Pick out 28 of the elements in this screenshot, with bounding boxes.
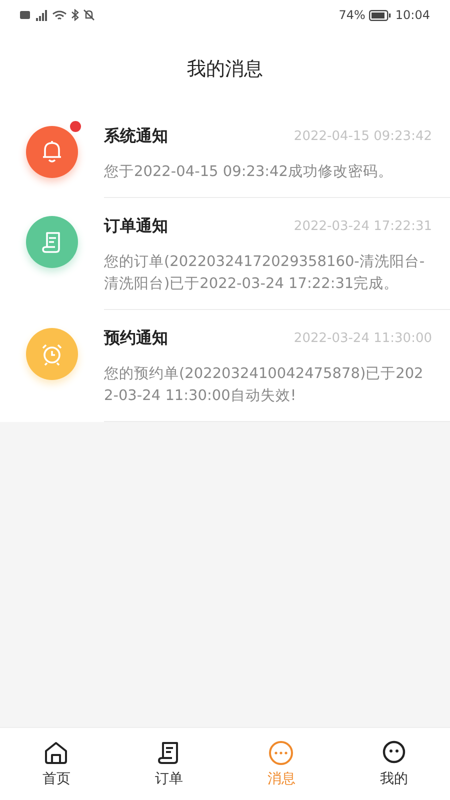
chat-bubble-icon <box>267 740 296 766</box>
tab-item[interactable]: 我的 <box>338 728 450 800</box>
bell-muted-icon <box>83 9 95 21</box>
message-text: 您的订单(20220324172029358160-清洗阳台-清洗阳台)已于2022-03-24 17:22:31完成。 <box>104 253 426 294</box>
message-time: 2022-03-24 11:30:00 <box>294 331 432 346</box>
alarm-clock-icon <box>40 342 64 366</box>
bell-icon <box>41 140 63 164</box>
message-text: 您的预约单(2022032410042475878)已于2022-03-24 11:30:00自动失效! <box>104 365 424 406</box>
message-title: 系统通知 <box>104 126 168 147</box>
message-time: 2022-03-24 17:22:31 <box>294 219 432 234</box>
bluetooth-icon <box>71 9 79 21</box>
tab-item[interactable]: 订单 <box>112 728 225 800</box>
battery-icon <box>369 10 392 20</box>
message-text: 您于2022-04-15 09:23:42成功修改密码。 <box>104 162 394 182</box>
wifi-icon <box>52 10 67 20</box>
tab-item[interactable]: 首页 <box>0 728 112 800</box>
message-item[interactable]: 系统通知 2022-04-15 09:23:42 您于2022-04-15 09:23:42成功修改密码。 <box>0 108 450 198</box>
signal-icon <box>34 10 48 20</box>
message-time: 2022-04-15 09:23:42 <box>294 129 432 144</box>
message-item[interactable]: 订单通知 2022-03-24 17:22:31 您的订单(20220324172029358160-清洗阳台-清洗阳台)已于2022-03-24 17:22:31完成。 <box>0 198 450 310</box>
page-title: 我的消息 <box>187 57 263 82</box>
message-item[interactable]: 预约通知 2022-03-24 11:30:00 您的预约单(2022032410042475878)已于2022-03-24 11:30:00自动失效! <box>0 310 450 422</box>
battery-percent: 74% <box>338 8 366 22</box>
clock-time: 10:04 <box>395 8 430 22</box>
home-icon <box>43 740 70 766</box>
scroll-icon <box>41 230 63 254</box>
message-title: 预约通知 <box>104 328 168 349</box>
message-title: 订单通知 <box>104 216 168 237</box>
